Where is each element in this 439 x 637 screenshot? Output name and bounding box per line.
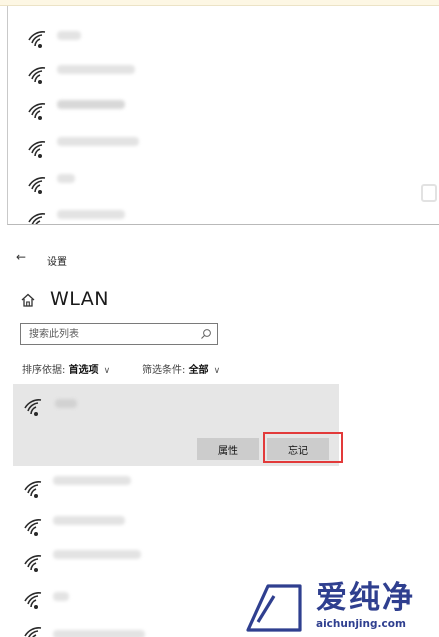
wifi-signal-icon — [28, 103, 46, 121]
wifi-signal-icon — [28, 31, 46, 49]
redacted-network-name — [57, 100, 125, 109]
filter-label: 筛选条件: — [142, 365, 189, 376]
list-item[interactable] — [8, 20, 418, 56]
redacted-network-name — [57, 174, 75, 183]
logo-brand-text: 爱纯净 — [316, 580, 415, 616]
watermark-corner-mark — [421, 184, 437, 202]
chevron-down-icon: ∨ — [103, 366, 111, 376]
page-title: WLAN — [50, 288, 110, 310]
wifi-signal-icon — [28, 67, 46, 85]
logo-mark-icon — [244, 582, 304, 634]
wifi-signal-icon — [24, 592, 42, 610]
watermark-logo: 爱纯净 aichunjing.com — [244, 580, 439, 637]
search-icon[interactable] — [200, 328, 212, 340]
wifi-signal-icon — [28, 141, 46, 159]
list-item[interactable] — [8, 200, 418, 224]
search-box[interactable] — [20, 323, 218, 345]
wifi-signal-icon — [24, 555, 42, 573]
network-popup-list — [7, 6, 439, 225]
sort-label: 排序依据: — [22, 365, 69, 376]
filter-value: 全部 — [188, 365, 209, 376]
redacted-network-name — [57, 31, 81, 40]
list-item[interactable] — [8, 92, 418, 128]
redacted-network-name — [53, 592, 69, 601]
wifi-signal-icon — [24, 627, 42, 637]
redacted-network-name — [57, 137, 139, 146]
list-item[interactable] — [13, 470, 339, 506]
list-item[interactable] — [8, 128, 418, 164]
chevron-down-icon: ∨ — [213, 366, 221, 376]
wifi-signal-icon — [24, 481, 42, 499]
redacted-network-name — [53, 476, 131, 485]
list-item[interactable] — [8, 56, 418, 92]
forget-button-highlight — [263, 432, 343, 463]
sort-dropdown[interactable]: 排序依据: 首选项 ∨ — [22, 361, 110, 376]
wifi-signal-icon — [24, 399, 42, 417]
redacted-network-name — [53, 630, 145, 637]
logo-url-text: aichunjing.com — [316, 618, 406, 630]
redacted-network-name — [57, 65, 135, 74]
properties-button[interactable]: 属性 — [197, 438, 259, 460]
redacted-network-name — [53, 550, 141, 559]
screenshot: ← 设置 WLAN 排序依据: 首选项∨ 筛选条件: 全部∨ 属性 忘记 — [0, 0, 439, 637]
filter-dropdown[interactable]: 筛选条件: 全部 ∨ — [142, 361, 220, 376]
search-input[interactable] — [21, 324, 195, 344]
back-arrow-icon[interactable]: ← — [14, 250, 28, 264]
sort-value: 首选项 — [68, 365, 99, 376]
window-title: 设置 — [47, 257, 67, 268]
redacted-network-name — [53, 516, 125, 525]
wifi-signal-icon — [28, 213, 46, 224]
wifi-signal-icon — [24, 519, 42, 537]
wifi-signal-icon — [28, 177, 46, 195]
redacted-network-name — [57, 210, 125, 219]
list-item[interactable] — [13, 542, 339, 578]
list-item[interactable] — [8, 164, 418, 200]
list-item[interactable] — [13, 506, 339, 542]
redacted-network-name — [55, 399, 77, 408]
home-icon[interactable] — [20, 292, 36, 308]
